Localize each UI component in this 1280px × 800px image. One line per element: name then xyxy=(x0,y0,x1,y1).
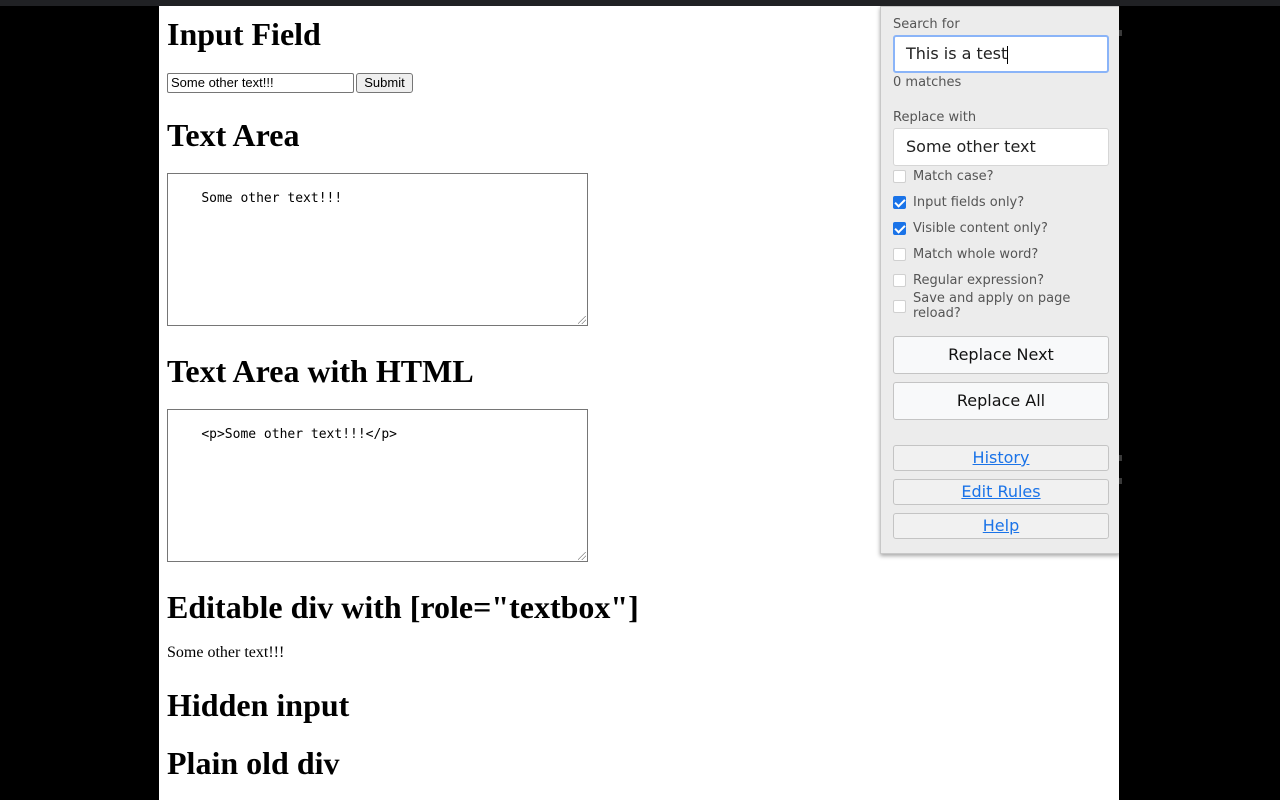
text-area-html-content: <p>Some other text!!!</p> xyxy=(201,427,397,442)
find-replace-popup: Search for This is a test 0 matches Repl… xyxy=(880,6,1119,554)
help-button[interactable]: Help xyxy=(893,513,1109,539)
scrollbar-edge-mark xyxy=(1119,30,1122,36)
text-area-content: Some other text!!! xyxy=(201,191,343,206)
option-label: Save and apply on page reload? xyxy=(913,291,1071,321)
option-regular-expression[interactable]: Regular expression? xyxy=(893,272,1044,288)
option-input-fields-only[interactable]: Input fields only? xyxy=(893,194,1024,210)
resize-grip-icon[interactable] xyxy=(578,316,586,324)
matches-count: 0 matches xyxy=(893,75,962,90)
heading-input-field: Input Field xyxy=(167,16,321,52)
visible-content-only-checkbox[interactable] xyxy=(893,221,906,235)
text-caret xyxy=(1007,45,1009,64)
scrollbar-edge-mark xyxy=(1119,478,1122,484)
option-label: Match whole word? xyxy=(913,246,1039,262)
editable-div-textbox[interactable]: Some other text!!! xyxy=(167,643,284,663)
regular-expression-checkbox[interactable] xyxy=(893,273,906,287)
match-case-checkbox[interactable] xyxy=(893,169,906,183)
search-input-value: This is a test xyxy=(906,44,1008,63)
heading-hidden-input: Hidden input xyxy=(167,687,350,723)
option-label: Regular expression? xyxy=(913,272,1045,288)
resize-grip-icon[interactable] xyxy=(578,552,586,560)
heading-text-area-html: Text Area with HTML xyxy=(167,353,474,389)
input-fields-only-checkbox[interactable] xyxy=(893,195,906,209)
heading-text-area: Text Area xyxy=(167,117,300,153)
option-label: Match case? xyxy=(913,168,994,184)
heading-plain-div: Plain old div xyxy=(167,745,340,781)
test-page: Input Field Some other text!!! Submit Te… xyxy=(159,6,1119,800)
search-for-label: Search for xyxy=(893,17,960,32)
text-input-field[interactable]: Some other text!!! xyxy=(167,73,354,93)
save-on-reload-checkbox[interactable] xyxy=(893,299,906,313)
text-area-html[interactable]: <p>Some other text!!!</p> xyxy=(167,409,588,562)
replace-with-label: Replace with xyxy=(893,110,977,125)
edit-rules-button[interactable]: Edit Rules xyxy=(893,479,1109,505)
history-button[interactable]: History xyxy=(893,445,1109,471)
option-visible-content-only[interactable]: Visible content only? xyxy=(893,220,1048,236)
text-area[interactable]: Some other text!!! xyxy=(167,173,588,326)
submit-button[interactable]: Submit xyxy=(356,73,413,93)
heading-editable-div: Editable div with [role="textbox"] xyxy=(167,589,639,625)
option-label: Input fields only? xyxy=(913,194,1025,210)
option-match-case[interactable]: Match case? xyxy=(893,168,994,184)
replace-all-button[interactable]: Replace All xyxy=(893,382,1109,420)
option-save-on-reload[interactable]: Save and apply on page reload? xyxy=(893,291,1119,321)
search-input[interactable]: This is a test xyxy=(893,35,1109,73)
replace-input[interactable]: Some other text xyxy=(893,128,1109,166)
match-whole-word-checkbox[interactable] xyxy=(893,247,906,261)
replace-next-button[interactable]: Replace Next xyxy=(893,336,1109,374)
scrollbar-edge-mark xyxy=(1119,455,1122,461)
option-label: Visible content only? xyxy=(913,220,1048,236)
option-match-whole-word[interactable]: Match whole word? xyxy=(893,246,1038,262)
